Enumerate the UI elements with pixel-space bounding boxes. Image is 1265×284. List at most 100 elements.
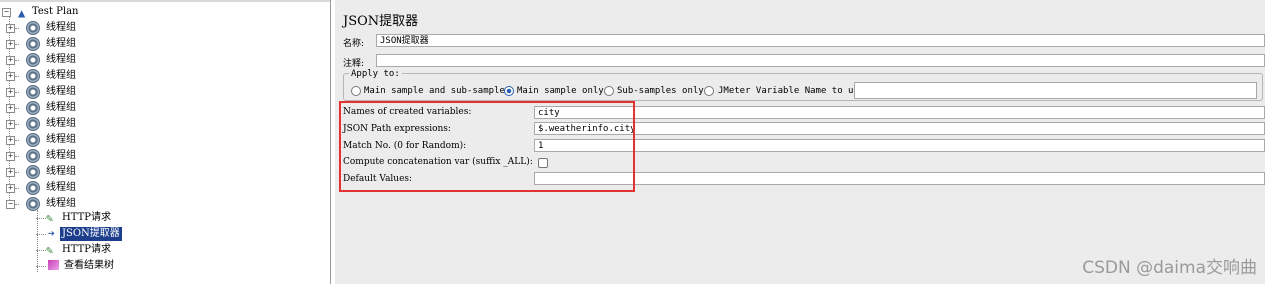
tree-item-thread-group[interactable]: + 线程组 bbox=[6, 20, 216, 36]
tree-item-thread-group[interactable]: + 线程组 bbox=[6, 52, 216, 68]
radio-label-sub-only: Sub-samples only bbox=[617, 86, 704, 96]
tree-item-label: 线程组 bbox=[46, 134, 76, 145]
radio-sub-only[interactable] bbox=[604, 86, 614, 96]
jmeter-variable-input[interactable] bbox=[854, 82, 1257, 99]
expand-toggle-icon[interactable]: + bbox=[6, 152, 15, 161]
pipette-icon: ✎ bbox=[46, 211, 54, 225]
expand-toggle-icon[interactable]: + bbox=[6, 72, 15, 81]
tree-item-label: 查看结果树 bbox=[64, 260, 114, 271]
gear-icon bbox=[26, 85, 40, 99]
tree-item-thread-group[interactable]: + 线程组 bbox=[6, 116, 216, 132]
tree-connector bbox=[15, 76, 19, 77]
panel-title: JSON提取器 bbox=[343, 14, 419, 29]
json-path-input[interactable]: $.weatherinfo.city bbox=[534, 122, 1265, 135]
tree-item-http-request-1[interactable]: ✎ HTTP请求 bbox=[36, 210, 236, 226]
tree-item-label: HTTP请求 bbox=[62, 212, 111, 223]
collapse-toggle-icon[interactable]: − bbox=[6, 200, 15, 209]
tree-item-label: 线程组 bbox=[46, 38, 76, 49]
highlight-box bbox=[339, 101, 635, 192]
gear-icon bbox=[26, 197, 40, 211]
tree-top-divider bbox=[0, 0, 330, 2]
expand-toggle-icon[interactable]: + bbox=[6, 184, 15, 193]
test-plan-icon: ▲ bbox=[18, 6, 26, 20]
tree-connector bbox=[15, 140, 19, 141]
tree-connector bbox=[15, 92, 19, 93]
default-values-input[interactable] bbox=[534, 172, 1265, 185]
tree-item-thread-group[interactable]: + 线程组 bbox=[6, 100, 216, 116]
expand-toggle-icon[interactable]: + bbox=[6, 120, 15, 129]
gear-icon bbox=[26, 133, 40, 147]
tree-connector bbox=[15, 124, 19, 125]
tree-connector bbox=[15, 172, 19, 173]
results-tree-icon bbox=[48, 260, 59, 270]
apply-to-legend: Apply to: bbox=[349, 69, 402, 79]
gear-icon bbox=[26, 37, 40, 51]
name-input[interactable]: JSON提取器 bbox=[376, 34, 1265, 47]
expand-toggle-icon[interactable]: + bbox=[6, 24, 15, 33]
tree-root-label: Test Plan bbox=[32, 6, 79, 17]
tree-item-label: 线程组 bbox=[46, 150, 76, 161]
radio-jmeter-variable[interactable] bbox=[704, 86, 714, 96]
tree-item-thread-group[interactable]: + 线程组 bbox=[6, 36, 216, 52]
expand-toggle-icon[interactable]: + bbox=[6, 104, 15, 113]
tree-connector bbox=[15, 188, 19, 189]
tree-item-thread-group[interactable]: + 线程组 bbox=[6, 84, 216, 100]
tree-connector bbox=[36, 234, 46, 235]
expand-toggle-icon[interactable]: + bbox=[6, 136, 15, 145]
tree-connector bbox=[15, 156, 19, 157]
gear-icon bbox=[26, 69, 40, 83]
tree-connector bbox=[36, 218, 46, 219]
comment-input[interactable] bbox=[376, 54, 1265, 67]
gear-icon bbox=[26, 101, 40, 115]
tree-item-label: 线程组 bbox=[46, 86, 76, 97]
tree-item-thread-group[interactable]: + 线程组 bbox=[6, 148, 216, 164]
extractor-icon: ➜ bbox=[48, 227, 55, 240]
tree-item-thread-group[interactable]: + 线程组 bbox=[6, 132, 216, 148]
tree-connector bbox=[15, 60, 19, 61]
tree-item-view-results-tree[interactable]: 查看结果树 bbox=[36, 258, 236, 274]
expand-toggle-icon[interactable]: + bbox=[6, 56, 15, 65]
tree-item-json-extractor[interactable]: ➜ JSON提取器 bbox=[36, 226, 236, 242]
tree-connector bbox=[15, 204, 19, 205]
name-label: 名称: bbox=[343, 39, 365, 49]
tree-item-label-selected: JSON提取器 bbox=[60, 227, 122, 241]
tree-connector bbox=[15, 28, 19, 29]
expand-toggle-icon[interactable]: + bbox=[6, 88, 15, 97]
comment-label: 注释: bbox=[343, 59, 365, 69]
tree-item-thread-group[interactable]: + 线程组 bbox=[6, 68, 216, 84]
tree-connector bbox=[15, 44, 19, 45]
watermark: CSDN @daima交响曲 bbox=[1082, 258, 1257, 278]
test-plan-tree[interactable]: − ▲ Test Plan + 线程组 + 线程组 + 线程组 + 线程组 + 线程组 + 线程组 + 线… bbox=[0, 0, 331, 284]
radio-label-main-only: Main sample only bbox=[517, 86, 604, 96]
collapse-toggle-icon[interactable]: − bbox=[2, 8, 11, 17]
gear-icon bbox=[26, 21, 40, 35]
gear-icon bbox=[26, 53, 40, 67]
radio-main-only[interactable] bbox=[504, 86, 514, 96]
tree-item-label: 线程组 bbox=[46, 54, 76, 65]
tree-item-label: 线程组 bbox=[46, 22, 76, 33]
tree-connector bbox=[15, 108, 19, 109]
tree-item-label: 线程组 bbox=[46, 118, 76, 129]
tree-item-thread-group[interactable]: + 线程组 bbox=[6, 164, 216, 180]
expand-toggle-icon[interactable]: + bbox=[6, 168, 15, 177]
gear-icon bbox=[26, 149, 40, 163]
gear-icon bbox=[26, 181, 40, 195]
json-extractor-panel: JSON提取器 名称: JSON提取器 注释: Apply to: Main s… bbox=[335, 0, 1265, 284]
tree-connector bbox=[36, 266, 46, 267]
tree-item-label: HTTP请求 bbox=[62, 244, 111, 255]
pipette-icon: ✎ bbox=[46, 243, 54, 257]
tree-item-label: 线程组 bbox=[46, 102, 76, 113]
gear-icon bbox=[26, 165, 40, 179]
radio-label-main-and-sub: Main sample and sub-samples bbox=[364, 86, 511, 96]
names-input[interactable]: city bbox=[534, 106, 1265, 119]
expand-toggle-icon[interactable]: + bbox=[6, 40, 15, 49]
radio-main-and-sub[interactable] bbox=[351, 86, 361, 96]
match-no-input[interactable]: 1 bbox=[534, 139, 1265, 152]
tree-connector bbox=[36, 250, 46, 251]
tree-item-label: 线程组 bbox=[46, 70, 76, 81]
radio-label-jmeter-variable: JMeter Variable Name to use bbox=[718, 86, 865, 96]
tree-item-label: 线程组 bbox=[46, 166, 76, 177]
tree-item-thread-group[interactable]: + 线程组 bbox=[6, 180, 216, 196]
tree-item-http-request-2[interactable]: ✎ HTTP请求 bbox=[36, 242, 236, 258]
tree-item-label: 线程组 bbox=[46, 182, 76, 193]
